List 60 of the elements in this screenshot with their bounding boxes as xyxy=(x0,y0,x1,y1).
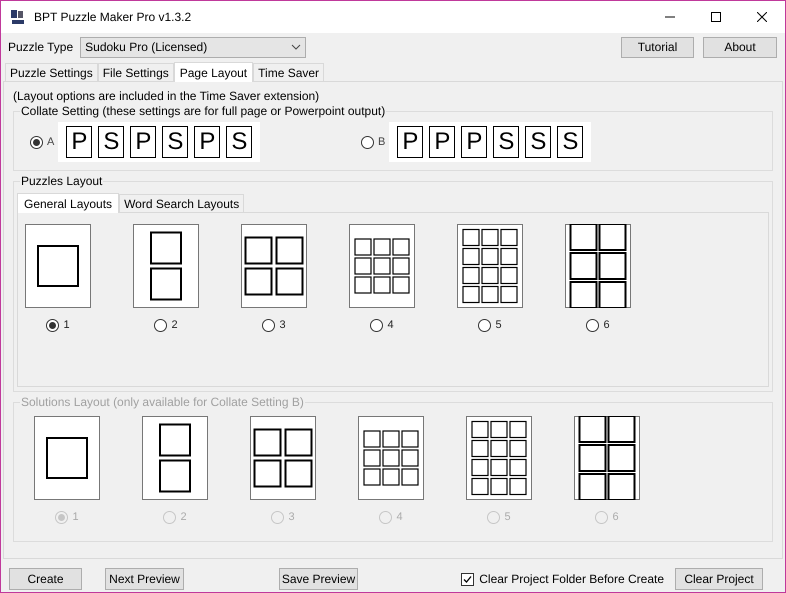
tab[interactable]: Time Saver xyxy=(253,63,324,81)
option-label: 5 xyxy=(495,318,502,333)
maximize-icon xyxy=(711,12,721,22)
radio-button[interactable] xyxy=(154,318,168,332)
window-title: BPT Puzzle Maker Pro v1.3.2 xyxy=(34,9,192,26)
page-letter: S xyxy=(525,126,552,158)
page-letter: P xyxy=(429,126,456,158)
checkbox-label: Clear Project Folder Before Create xyxy=(479,571,664,588)
checkbox[interactable] xyxy=(461,572,474,586)
group-title: Solutions Layout (only available for Collate Setting B) xyxy=(20,395,305,409)
option-label: A xyxy=(47,134,54,150)
page-letter: S xyxy=(557,126,584,158)
page-letter: S xyxy=(98,126,124,158)
puzzle-type-dropdown[interactable]: Sudoku Pro (Licensed) xyxy=(80,36,306,58)
option-label: 4 xyxy=(387,318,394,333)
action-button[interactable]: Create xyxy=(9,568,82,590)
option-label: 5 xyxy=(504,510,511,525)
group-title: Puzzles Layout xyxy=(20,174,104,188)
info-text: (Layout options are included in the Time Saver extension) xyxy=(13,89,320,103)
clear-project-button[interactable]: Clear Project xyxy=(675,568,763,590)
checkmark-icon xyxy=(463,574,472,584)
option-label: 6 xyxy=(612,510,619,525)
tab[interactable]: Word Search Layouts xyxy=(119,194,244,212)
tab[interactable]: General Layouts xyxy=(17,193,120,213)
page-letter: P xyxy=(130,126,156,158)
option-label: 2 xyxy=(180,510,187,525)
page-letter: P xyxy=(194,126,220,158)
field-label: Puzzle Type xyxy=(8,39,74,56)
radio-button[interactable] xyxy=(30,136,43,148)
close-icon xyxy=(757,12,767,22)
chevron-down-icon xyxy=(291,44,302,50)
option-label: 6 xyxy=(603,318,610,333)
radio-button[interactable] xyxy=(46,318,60,332)
tab[interactable]: Puzzle Settings xyxy=(5,63,98,81)
option-label: 1 xyxy=(72,510,79,525)
action-button[interactable]: Save Preview xyxy=(279,568,358,590)
page-letter: P xyxy=(397,126,424,158)
page-letter: P xyxy=(66,126,92,158)
radio-button[interactable] xyxy=(262,318,276,332)
page-letter: S xyxy=(162,126,188,158)
option-label: 1 xyxy=(63,318,70,333)
tab[interactable]: File Settings xyxy=(98,63,174,81)
option-label: 3 xyxy=(288,510,295,525)
option-label: 3 xyxy=(279,318,286,333)
page-letter: S xyxy=(226,126,252,158)
app-icon xyxy=(10,9,26,25)
page-letter: S xyxy=(493,126,520,158)
radio-button[interactable] xyxy=(370,318,384,332)
group-title: Collate Setting (these settings are for full page or Powerpoint output) xyxy=(20,104,386,118)
option-label: B xyxy=(378,134,386,150)
option-label: 4 xyxy=(396,510,403,525)
top-button[interactable]: Tutorial xyxy=(621,36,694,58)
top-button[interactable]: About xyxy=(703,36,777,58)
page-letter: P xyxy=(461,126,488,158)
tab[interactable]: Page Layout xyxy=(174,62,254,82)
radio-button[interactable] xyxy=(478,318,492,332)
action-button[interactable]: Next Preview xyxy=(105,568,184,590)
radio-button[interactable] xyxy=(361,136,374,148)
radio-button[interactable] xyxy=(586,318,600,332)
option-label: 2 xyxy=(171,318,178,333)
